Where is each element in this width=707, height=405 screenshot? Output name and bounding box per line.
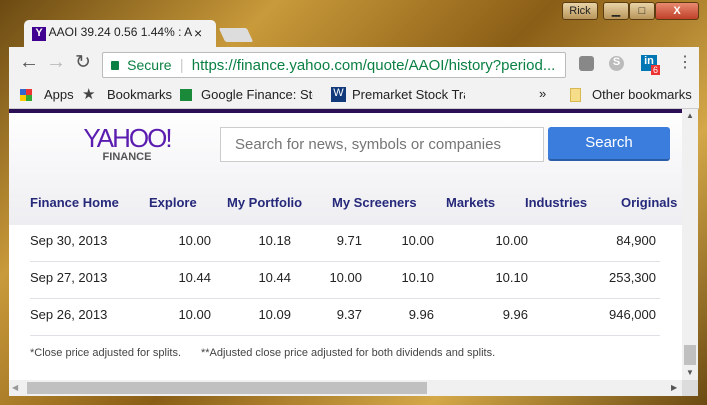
yahoo-favicon-icon: Y	[32, 27, 46, 41]
nav-my-screeners[interactable]: My Screeners	[332, 195, 417, 210]
cell-value: 10.44	[258, 270, 291, 285]
folder-icon	[570, 88, 581, 102]
apps-icon	[20, 89, 32, 101]
nav-markets[interactable]: Markets	[446, 195, 495, 210]
cell-value: 10.10	[495, 270, 528, 285]
cell-value: 10.00	[495, 233, 528, 248]
skype-icon[interactable]: S	[609, 56, 624, 71]
bookmark-other[interactable]: Other bookmarks	[592, 87, 692, 102]
cell-value: 9.96	[502, 307, 528, 322]
premarket-icon: W	[331, 87, 346, 102]
cell-value: 10.10	[401, 270, 434, 285]
secure-label: Secure	[127, 57, 172, 73]
search-button[interactable]: Search	[548, 127, 670, 161]
new-tab-button[interactable]	[218, 28, 254, 42]
cell-value: 253,300	[609, 270, 656, 285]
vertical-scrollbar[interactable]: ▲ ▼	[682, 109, 698, 380]
header-bar	[9, 109, 682, 113]
cell-value: 10.00	[178, 307, 211, 322]
minimize-button[interactable]: ▁	[603, 2, 629, 20]
browser-tab[interactable]: Y AAOI 39.24 0.56 1.44% : A ×	[24, 20, 216, 48]
table-row: Sep 30, 2013 10.00 10.18 9.71 10.00 10.00 84,9…	[30, 225, 660, 262]
cell-value: 10.00	[329, 270, 362, 285]
bookmark-google-finance[interactable]: Google Finance: Stoc	[201, 87, 313, 102]
scroll-corner	[682, 380, 698, 396]
horizontal-scroll-thumb[interactable]	[27, 382, 427, 394]
tab-close-icon[interactable]: ×	[194, 25, 202, 41]
cell-value: 10.44	[178, 270, 211, 285]
cell-value: 9.96	[408, 307, 434, 322]
cell-value: 946,000	[609, 307, 656, 322]
bookmarks-bar: Apps ★ Bookmarks Google Finance: Stoc W …	[9, 81, 699, 109]
nav-explore[interactable]: Explore	[149, 195, 197, 210]
horizontal-scrollbar[interactable]: ◀ ▶	[9, 380, 682, 396]
bookmarks-overflow[interactable]: »	[539, 86, 546, 101]
cell-value: 10.18	[258, 233, 291, 248]
cell-value: 9.71	[336, 233, 362, 248]
bookmark-premarket[interactable]: Premarket Stock Trad	[352, 87, 465, 102]
nav-finance-home[interactable]: Finance Home	[30, 195, 119, 210]
vertical-scroll-thumb[interactable]	[684, 345, 696, 365]
search-input[interactable]	[220, 127, 544, 162]
forward-icon[interactable]: →	[46, 51, 66, 74]
nav-my-portfolio[interactable]: My Portfolio	[227, 195, 302, 210]
bookmark-bookmarks[interactable]: Bookmarks	[107, 87, 172, 102]
cell-value: 10.00	[178, 233, 211, 248]
scroll-up-icon[interactable]: ▲	[686, 111, 694, 120]
cell-value: 84,900	[616, 233, 656, 248]
nav-industries[interactable]: Industries	[525, 195, 587, 210]
page-content: YAHOO! FINANCE Search Finance Home Explo…	[9, 109, 682, 380]
cell-date: Sep 30, 2013	[30, 233, 108, 248]
scroll-left-icon[interactable]: ◀	[12, 383, 18, 392]
profile-button[interactable]: Rick	[562, 2, 598, 20]
tab-title: AAOI 39.24 0.56 1.44% : A	[48, 25, 193, 39]
cell-value: 10.09	[258, 307, 291, 322]
cell-value: 10.00	[401, 233, 434, 248]
google-finance-icon	[180, 89, 192, 101]
address-bar[interactable]: Secure | https://finance.yahoo.com/quote…	[102, 52, 566, 78]
table-row: Sep 27, 2013 10.44 10.44 10.00 10.10 10.10 253…	[30, 262, 660, 299]
scroll-right-icon[interactable]: ▶	[671, 383, 677, 392]
scroll-down-icon[interactable]: ▼	[686, 368, 694, 377]
cell-date: Sep 26, 2013	[30, 307, 108, 322]
url-text: https://finance.yahoo.com/quote/AAOI/his…	[191, 57, 556, 74]
nav-originals[interactable]: Originals	[621, 195, 677, 210]
yahoo-header: YAHOO! FINANCE Search Finance Home Explo…	[9, 109, 682, 225]
lock-icon	[111, 61, 119, 70]
reload-icon[interactable]: ↻	[75, 51, 91, 74]
yahoo-finance-logo[interactable]: YAHOO! FINANCE	[77, 123, 177, 163]
footnote-adj-close: **Adjusted close price adjusted for both…	[201, 347, 496, 359]
menu-icon[interactable]: ⋮	[677, 52, 693, 72]
extension-icon[interactable]	[579, 56, 594, 71]
cell-date: Sep 27, 2013	[30, 270, 108, 285]
bookmark-apps[interactable]: Apps	[44, 87, 74, 102]
linkedin-badge: 6	[651, 65, 661, 75]
cell-value: 9.37	[336, 307, 362, 322]
maximize-button[interactable]: □	[629, 2, 655, 20]
star-icon: ★	[82, 86, 96, 103]
back-icon[interactable]: ←	[19, 51, 39, 74]
table-row: Sep 26, 2013 10.00 10.09 9.37 9.96 9.96 946,00…	[30, 299, 660, 336]
close-window-button[interactable]: X	[655, 2, 699, 20]
footnote-close: *Close price adjusted for splits.	[30, 347, 182, 359]
